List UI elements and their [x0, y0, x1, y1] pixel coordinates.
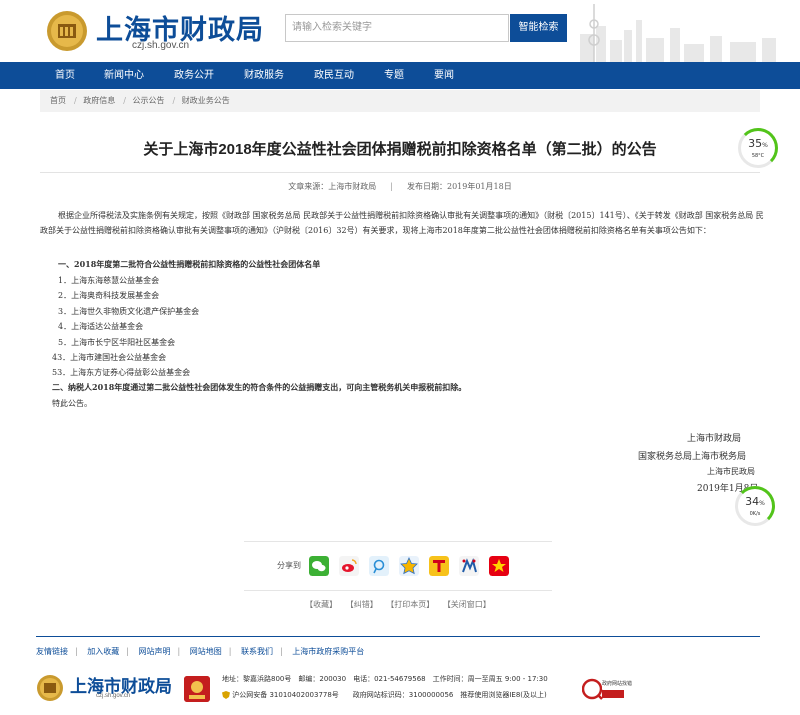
share-label: 分享到: [277, 561, 301, 570]
police-badge-icon[interactable]: [184, 676, 210, 702]
site-domain: czj.sh.gov.cn: [132, 40, 190, 51]
list-item: 3．上海世久非物质文化遗产保护基金会: [58, 307, 200, 316]
renren-icon[interactable]: [459, 556, 479, 576]
footer-link-statement[interactable]: 网站声明: [139, 647, 171, 656]
share-divider-top: [244, 541, 552, 542]
skyline-decoration: [580, 4, 776, 62]
police-shield-icon: [222, 691, 230, 699]
share-divider-bottom: [244, 590, 552, 591]
footer-separator: |: [126, 647, 129, 656]
site-header: 上海市财政局 czj.sh.gov.cn 请输入检索关键字 智能检索: [0, 0, 800, 62]
gov-badge-label: 政府网站找错: [602, 681, 633, 687]
search-button[interactable]: 智能检索: [510, 14, 567, 42]
nav-item-gov-affairs[interactable]: 政务公开: [174, 62, 214, 89]
footer-links: 友情链接 | 加入收藏 | 网站声明 | 网站地图 | 联系我们 | 上海市政府采购平台: [36, 646, 364, 657]
cpu-gauge-widget[interactable]: 35% 58°C: [738, 128, 778, 168]
signature-civil-affairs: 上海市民政局: [707, 467, 755, 476]
print-link[interactable]: 【打印本页】: [386, 600, 434, 609]
breadcrumb-separator: /: [74, 96, 77, 105]
breadcrumb-gov-info[interactable]: 政府信息: [83, 96, 115, 105]
article-date: 发布日期：2019年01月18日: [406, 182, 512, 191]
gauge-speed: 0K/s: [749, 511, 761, 517]
qzone-icon[interactable]: [399, 556, 419, 576]
meta-separator: |: [390, 182, 393, 191]
tianya-icon[interactable]: [429, 556, 449, 576]
section-heading: 一、2018年度第二批符合公益性捐赠税前扣除资格的公益性社会团体名单: [58, 259, 321, 269]
breadcrumb-finance-notices[interactable]: 财政业务公告: [182, 96, 230, 105]
footer-separator: |: [75, 647, 78, 656]
gauge-percent: 35%: [748, 137, 768, 150]
site-emblem-icon[interactable]: [46, 10, 88, 52]
footer-divider: [36, 636, 760, 637]
breadcrumb-notices[interactable]: 公示公告: [133, 96, 165, 105]
list-item: 5．上海市长宁区华阳社区基金会: [58, 338, 176, 347]
page-title: 关于上海市2018年度公益性社会团体捐赠税前扣除资格名单（第二批）的公告: [143, 141, 657, 158]
list-item: 1．上海东海慈慧公益基金会: [58, 276, 160, 285]
footer-link-contact[interactable]: 联系我们: [241, 647, 273, 656]
signature-finance-bureau: 上海市财政局: [687, 434, 742, 444]
footer-link-sitemap[interactable]: 网站地图: [190, 647, 222, 656]
nav-item-topics[interactable]: 专题: [384, 62, 404, 89]
breadcrumb-separator: /: [172, 96, 176, 105]
footer-separator: |: [280, 647, 283, 656]
footer-link-friends[interactable]: 友情链接: [36, 647, 68, 656]
title-divider: [40, 172, 760, 173]
section-heading: 二、纳税人2018年度通过第二批公益性社会团体发生的符合条件的公益捐赠支出，可向…: [52, 382, 467, 392]
list-item: 53．上海东方证券心得益彰公益基金会: [52, 368, 191, 377]
nav-item-interaction[interactable]: 政民互动: [314, 62, 354, 89]
footer-link-bookmark[interactable]: 加入收藏: [87, 647, 119, 656]
weibo-icon[interactable]: [339, 556, 359, 576]
list-item: 4．上海适达公益基金会: [58, 322, 144, 331]
nav-item-news[interactable]: 新闻中心: [104, 62, 144, 89]
gauge-temperature: 58°C: [751, 153, 765, 159]
closing-text: 特此公告。: [52, 399, 92, 408]
footer-site-domain: czj.sh.gov.cn: [96, 693, 131, 699]
kaixin-icon[interactable]: [489, 556, 509, 576]
favorite-link[interactable]: 【收藏】: [305, 600, 337, 609]
article-source: 文章来源：上海市财政局: [288, 182, 377, 191]
close-window-link[interactable]: 【关闭窗口】: [443, 600, 491, 609]
breadcrumb-home[interactable]: 首页: [50, 96, 66, 105]
nav-item-home[interactable]: 首页: [55, 62, 75, 89]
breadcrumb-separator: /: [123, 96, 126, 105]
search-input[interactable]: 请输入检索关键字: [285, 14, 509, 42]
signature-tax-bureau: 国家税务总局上海市税务局: [638, 452, 747, 462]
list-item: 2．上海奥奇科技发展基金会: [58, 291, 160, 300]
nav-item-headlines[interactable]: 要闻: [434, 62, 454, 89]
report-error-link[interactable]: 【纠错】: [346, 600, 378, 609]
nav-item-finance-services[interactable]: 财政服务: [244, 62, 284, 89]
footer-separator: |: [228, 647, 232, 656]
network-gauge-widget[interactable]: 34% 0K/s: [735, 486, 775, 526]
footer-separator: |: [177, 647, 181, 656]
list-item: 43．上海市建国社会公益基金会: [52, 353, 167, 362]
breadcrumb: 首页 / 政府信息 / 公示公告 / 财政业务公告: [40, 90, 760, 112]
footer-address: 地址：黎嘉浜路800号 邮编：200030 电话：021-54679568 工作…: [222, 675, 548, 683]
footer-registration: 沪公网安备 31010402003778号 政府网站标识码：3100000056…: [222, 690, 547, 700]
footer-link-procurement[interactable]: 上海市政府采购平台: [292, 647, 364, 656]
article-paragraph: 根据企业所得税法及实施条例有关规定，按照《财政部 国家税务总局 民政部关于公益性…: [40, 211, 764, 235]
wechat-icon[interactable]: [309, 556, 329, 576]
tencent-weibo-icon[interactable]: [369, 556, 389, 576]
main-nav: 首页 新闻中心 政务公开 财政服务 政民互动 专题 要闻: [0, 62, 800, 89]
article-actions: 【收藏】 【纠错】 【打印本页】 【关闭窗口】: [244, 599, 552, 610]
article-meta: 文章来源：上海市财政局 | 发布日期：2019年01月18日: [40, 181, 760, 192]
footer-emblem-icon: [37, 675, 63, 701]
gauge-percent: 34%: [745, 495, 765, 508]
